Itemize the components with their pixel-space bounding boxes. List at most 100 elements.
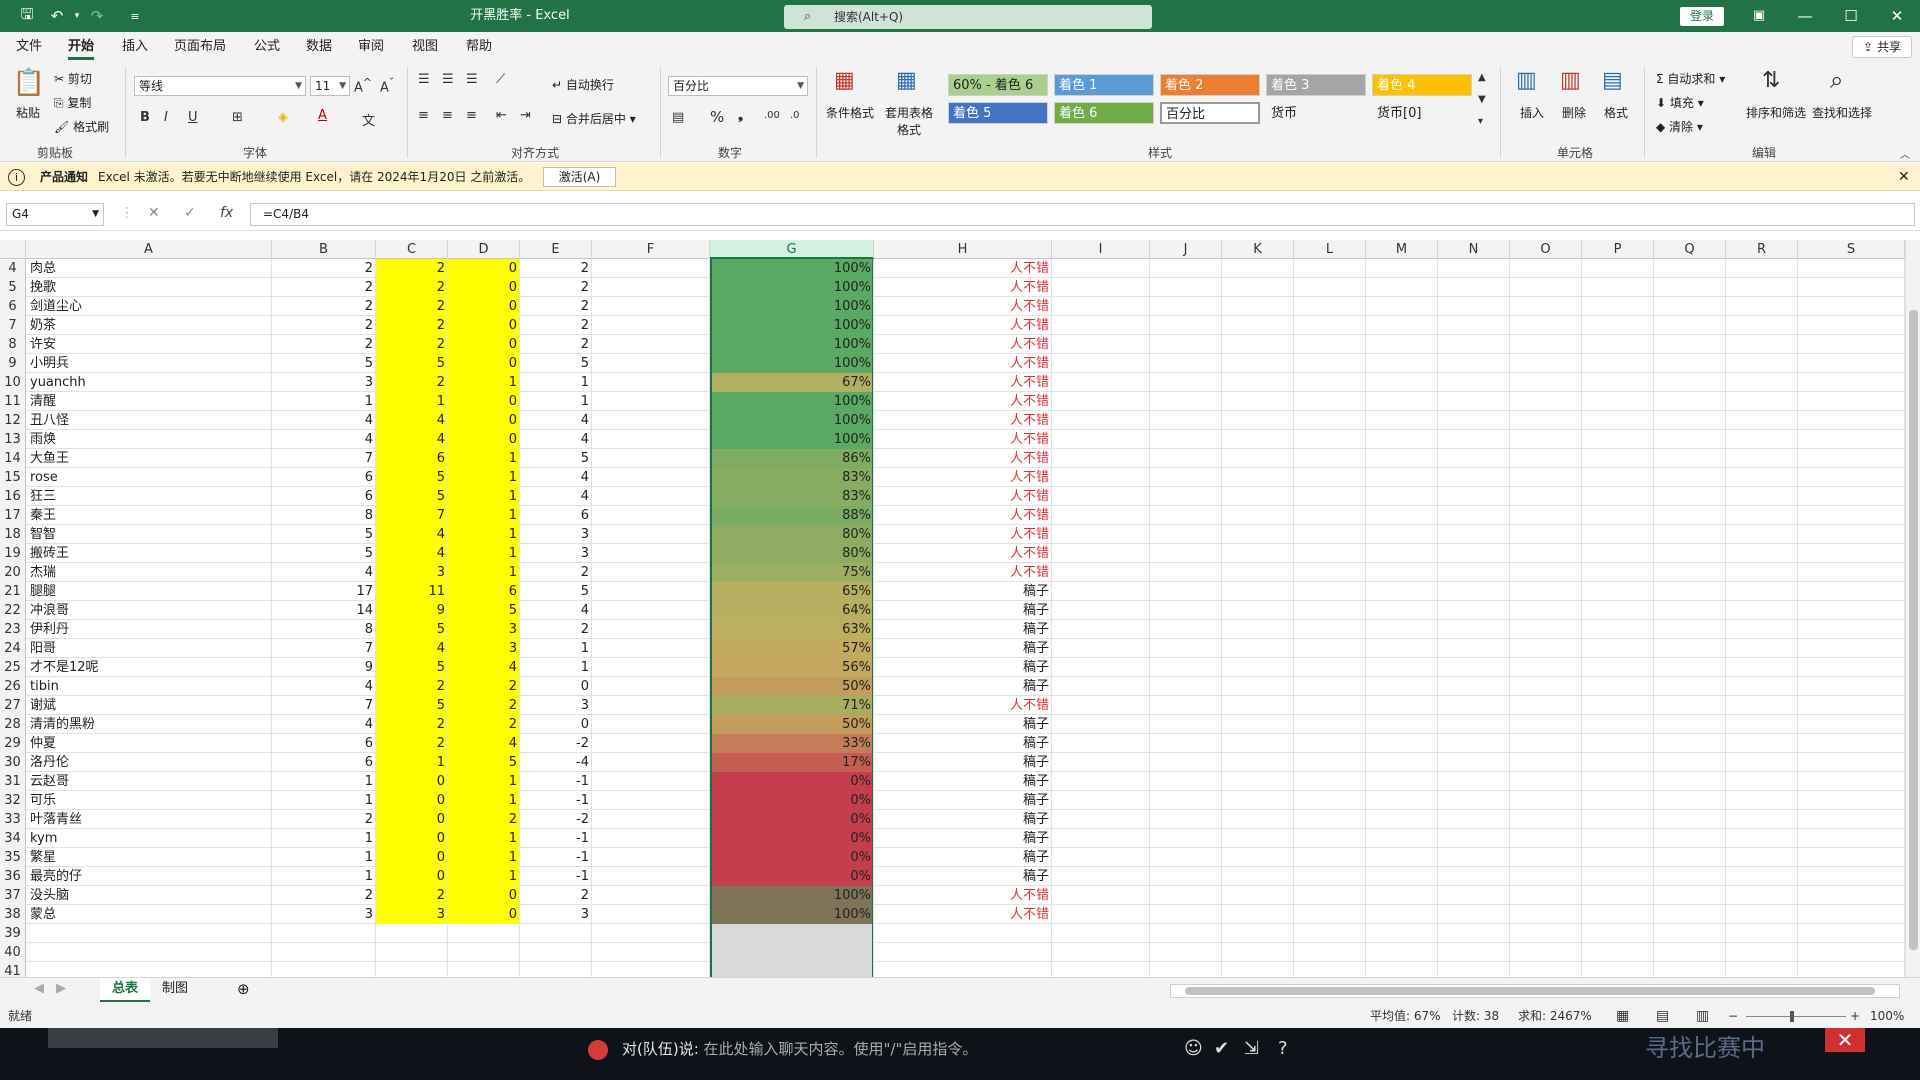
column-header-n[interactable]: N: [1438, 240, 1510, 259]
cell-losses[interactable]: 1: [448, 525, 520, 544]
sheet-tab-chart[interactable]: 制图: [150, 978, 200, 1002]
row-header[interactable]: 33: [0, 810, 26, 829]
cell-total[interactable]: 2: [272, 297, 376, 316]
cell-winrate[interactable]: 57%: [710, 639, 874, 658]
cell-net[interactable]: -1: [520, 867, 592, 886]
wrap-text-button[interactable]: ↵ 自动换行: [552, 76, 614, 93]
italic-icon[interactable]: I: [164, 110, 168, 125]
row-header[interactable]: 4: [0, 259, 26, 278]
cell-net[interactable]: 0: [520, 715, 592, 734]
cell-wins[interactable]: 2: [376, 886, 448, 905]
row-header[interactable]: 26: [0, 677, 26, 696]
cell-wins[interactable]: 0: [376, 867, 448, 886]
cell-wins[interactable]: 9: [376, 601, 448, 620]
insert-cells-icon[interactable]: ▥: [1516, 68, 1537, 93]
row-header[interactable]: 17: [0, 506, 26, 525]
cell-net[interactable]: 5: [520, 449, 592, 468]
cell-remark[interactable]: 人不错: [874, 487, 1052, 506]
cell-wins[interactable]: [376, 943, 448, 962]
column-header-f[interactable]: F: [592, 240, 710, 259]
cell-wins[interactable]: 2: [376, 316, 448, 335]
cell-losses[interactable]: 1: [448, 449, 520, 468]
align-left-icon[interactable]: ≡: [418, 108, 429, 123]
column-header-i[interactable]: I: [1052, 240, 1150, 259]
cell-wins[interactable]: 11: [376, 582, 448, 601]
cell-net[interactable]: -1: [520, 772, 592, 791]
cell-name[interactable]: 可乐: [26, 791, 272, 810]
fill-button[interactable]: ⬇ 填充 ▾: [1656, 94, 1704, 111]
row-header[interactable]: 22: [0, 601, 26, 620]
cell-winrate[interactable]: 100%: [710, 297, 874, 316]
zoom-slider[interactable]: [1746, 1016, 1846, 1017]
cell-winrate[interactable]: 67%: [710, 373, 874, 392]
cancel-search-button[interactable]: ✕: [1825, 1028, 1865, 1052]
row-header[interactable]: 7: [0, 316, 26, 335]
cell-remark[interactable]: 人不错: [874, 411, 1052, 430]
font-color-icon[interactable]: A: [318, 108, 327, 123]
row-header[interactable]: 39: [0, 924, 26, 943]
column-header-g[interactable]: G: [710, 240, 874, 259]
cell-losses[interactable]: 4: [448, 658, 520, 677]
row-header[interactable]: 9: [0, 354, 26, 373]
spreadsheet-grid[interactable]: ABCDEFGHIJKLMNOPQRS 4 肉总 2 2 0 2 100% 人不错 5 挽歌 2 2 0…: [0, 240, 1920, 977]
cell-total[interactable]: 4: [272, 430, 376, 449]
align-top-icon[interactable]: ☰: [418, 72, 430, 87]
percent-icon[interactable]: %: [710, 108, 724, 126]
cut-button[interactable]: ✂ 剪切: [54, 70, 92, 87]
cell-wins[interactable]: 5: [376, 354, 448, 373]
column-header-l[interactable]: L: [1294, 240, 1366, 259]
cell-wins[interactable]: [376, 962, 448, 977]
style-accent3[interactable]: 着色 3: [1266, 74, 1366, 96]
row-header[interactable]: 15: [0, 468, 26, 487]
cell-remark[interactable]: 人不错: [874, 468, 1052, 487]
column-header-e[interactable]: E: [520, 240, 592, 259]
cell-total[interactable]: 9: [272, 658, 376, 677]
menu-view[interactable]: 视图: [410, 32, 440, 62]
styles-scroll-up-icon[interactable]: ▲: [1478, 72, 1486, 83]
cell-total[interactable]: 1: [272, 392, 376, 411]
cell-name[interactable]: 冲浪哥: [26, 601, 272, 620]
cell-remark[interactable]: 人不错: [874, 449, 1052, 468]
cell-remark[interactable]: 人不错: [874, 278, 1052, 297]
shrink-font-icon[interactable]: Aˇ: [380, 76, 394, 95]
cell-losses[interactable]: 3: [448, 639, 520, 658]
styles-scroll-down-icon[interactable]: ▼: [1478, 94, 1486, 105]
row-header[interactable]: 29: [0, 734, 26, 753]
cell-net[interactable]: 4: [520, 468, 592, 487]
cell-name[interactable]: 最亮的仔: [26, 867, 272, 886]
row-header[interactable]: 18: [0, 525, 26, 544]
normal-view-icon[interactable]: ▦: [1616, 1005, 1629, 1028]
conditional-format-button[interactable]: 条件格式: [826, 104, 874, 121]
cell-losses[interactable]: 1: [448, 772, 520, 791]
row-header[interactable]: 23: [0, 620, 26, 639]
cell-winrate[interactable]: 83%: [710, 468, 874, 487]
style-accent1[interactable]: 着色 1: [1054, 74, 1154, 96]
hscroll-thumb[interactable]: [1185, 987, 1875, 995]
cell-winrate[interactable]: 86%: [710, 449, 874, 468]
cell-wins[interactable]: 0: [376, 810, 448, 829]
cell-losses[interactable]: 1: [448, 487, 520, 506]
cell-remark[interactable]: 稿子: [874, 867, 1052, 886]
cell-name[interactable]: 仲夏: [26, 734, 272, 753]
cell-winrate[interactable]: 56%: [710, 658, 874, 677]
row-header[interactable]: 13: [0, 430, 26, 449]
row-header[interactable]: 34: [0, 829, 26, 848]
cell-wins[interactable]: 0: [376, 829, 448, 848]
cell-net[interactable]: 4: [520, 411, 592, 430]
row-header[interactable]: 20: [0, 563, 26, 582]
cell-net[interactable]: 2: [520, 259, 592, 278]
table-format-button[interactable]: 套用表格格式: [880, 104, 938, 138]
underline-icon[interactable]: U: [188, 110, 198, 125]
cell-losses[interactable]: 2: [448, 677, 520, 696]
cell-total[interactable]: 8: [272, 506, 376, 525]
row-header[interactable]: 6: [0, 297, 26, 316]
cell-losses[interactable]: 0: [448, 316, 520, 335]
cell-wins[interactable]: 2: [376, 373, 448, 392]
cell-net[interactable]: -1: [520, 848, 592, 867]
cell-winrate[interactable]: 100%: [710, 278, 874, 297]
column-header-o[interactable]: O: [1510, 240, 1582, 259]
cell-total[interactable]: 2: [272, 278, 376, 297]
row-header[interactable]: 11: [0, 392, 26, 411]
cell-wins[interactable]: 0: [376, 772, 448, 791]
cell-remark[interactable]: 人不错: [874, 392, 1052, 411]
